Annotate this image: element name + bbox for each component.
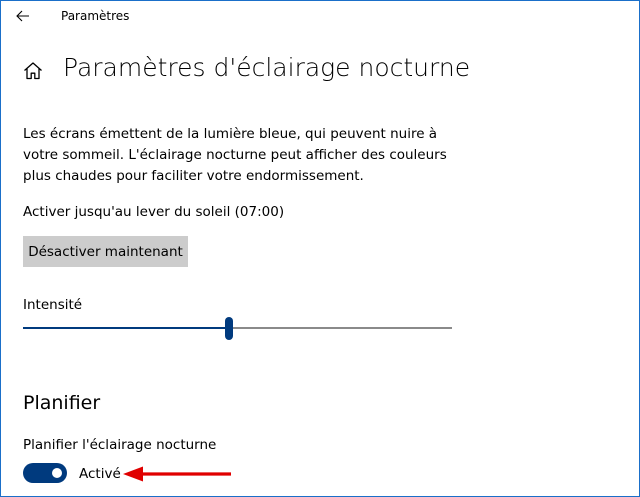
toggle-knob [52, 468, 62, 478]
deactivate-now-button[interactable]: Désactiver maintenant [23, 236, 188, 267]
home-icon [24, 62, 42, 80]
schedule-toggle[interactable] [23, 463, 67, 483]
description-text: Les écrans émettent de la lumière bleue,… [23, 126, 447, 184]
schedule-label: Planifier l'éclairage nocturne [23, 437, 217, 453]
settings-window: Paramètres Paramètres d'éclairage noctur… [0, 0, 640, 497]
intensity-slider[interactable] [23, 317, 452, 341]
toggle-state-label: Activé [79, 466, 121, 482]
back-button[interactable] [9, 4, 37, 28]
home-button[interactable] [21, 59, 45, 83]
slider-thumb[interactable] [225, 317, 233, 340]
section-title-schedule: Planifier [23, 392, 101, 414]
status-text: Activer jusqu'au lever du soleil (07:00) [23, 204, 285, 220]
arrow-left-icon [16, 10, 29, 22]
intensity-label: Intensité [23, 297, 83, 313]
slider-fill [23, 327, 229, 329]
annotation-arrow-icon [123, 466, 231, 482]
page-title: Paramètres d'éclairage nocturne [63, 53, 471, 82]
app-title: Paramètres [61, 9, 130, 23]
title-bar: Paramètres [1, 1, 639, 31]
